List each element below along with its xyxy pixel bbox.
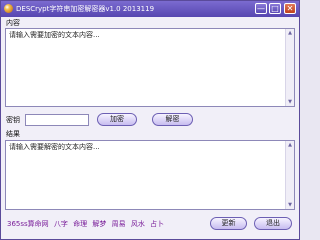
decrypt-button[interactable]: 解密 (152, 113, 193, 126)
window-title: DESCrypt字符串加密解密器v1.0 2013119 (16, 5, 155, 13)
result-scrollbar[interactable]: ▲ ▼ (285, 141, 294, 209)
maximize-button[interactable]: □ (269, 3, 281, 14)
scroll-down-icon[interactable]: ▼ (286, 98, 294, 106)
content-scrollbar[interactable]: ▲ ▼ (285, 29, 294, 106)
app-icon (4, 4, 13, 13)
footer-link[interactable]: 命理 (73, 220, 87, 228)
scroll-down-icon[interactable]: ▼ (286, 201, 294, 209)
footer-link[interactable]: 八字 (54, 220, 68, 228)
footer-link[interactable]: 占卜 (150, 220, 164, 228)
update-button[interactable]: 更新 (210, 217, 247, 230)
footer-link[interactable]: 365ss算命网 (7, 220, 49, 228)
exit-button[interactable]: 退出 (254, 217, 292, 230)
scroll-up-icon[interactable]: ▲ (286, 29, 294, 37)
result-placeholder: 请输入需要解密的文本内容... (9, 143, 100, 151)
app-window: DESCrypt字符串加密解密器v1.0 2013119 — □ ✕ 内容 请输… (0, 0, 300, 240)
footer-link[interactable]: 解梦 (92, 220, 106, 228)
scroll-up-icon[interactable]: ▲ (286, 141, 294, 149)
footer-links: 365ss算命网 八字 命理 解梦 周易 风水 占卜 (7, 219, 167, 229)
result-textarea[interactable]: 请输入需要解密的文本内容... ▲ ▼ (5, 140, 295, 210)
close-button[interactable]: ✕ (284, 3, 296, 14)
title-bar[interactable]: DESCrypt字符串加密解密器v1.0 2013119 — □ ✕ (1, 1, 299, 17)
minimize-button[interactable]: — (255, 3, 267, 14)
key-label: 密钥 (6, 116, 20, 124)
encrypt-button[interactable]: 加密 (97, 113, 137, 126)
content-textarea[interactable]: 请输入需要加密的文本内容... ▲ ▼ (5, 28, 295, 107)
result-label: 结果 (6, 130, 20, 138)
footer-link[interactable]: 风水 (131, 220, 145, 228)
content-placeholder: 请输入需要加密的文本内容... (9, 31, 100, 39)
content-label: 内容 (6, 19, 20, 27)
footer-link[interactable]: 周易 (112, 220, 126, 228)
key-input[interactable] (25, 114, 89, 126)
